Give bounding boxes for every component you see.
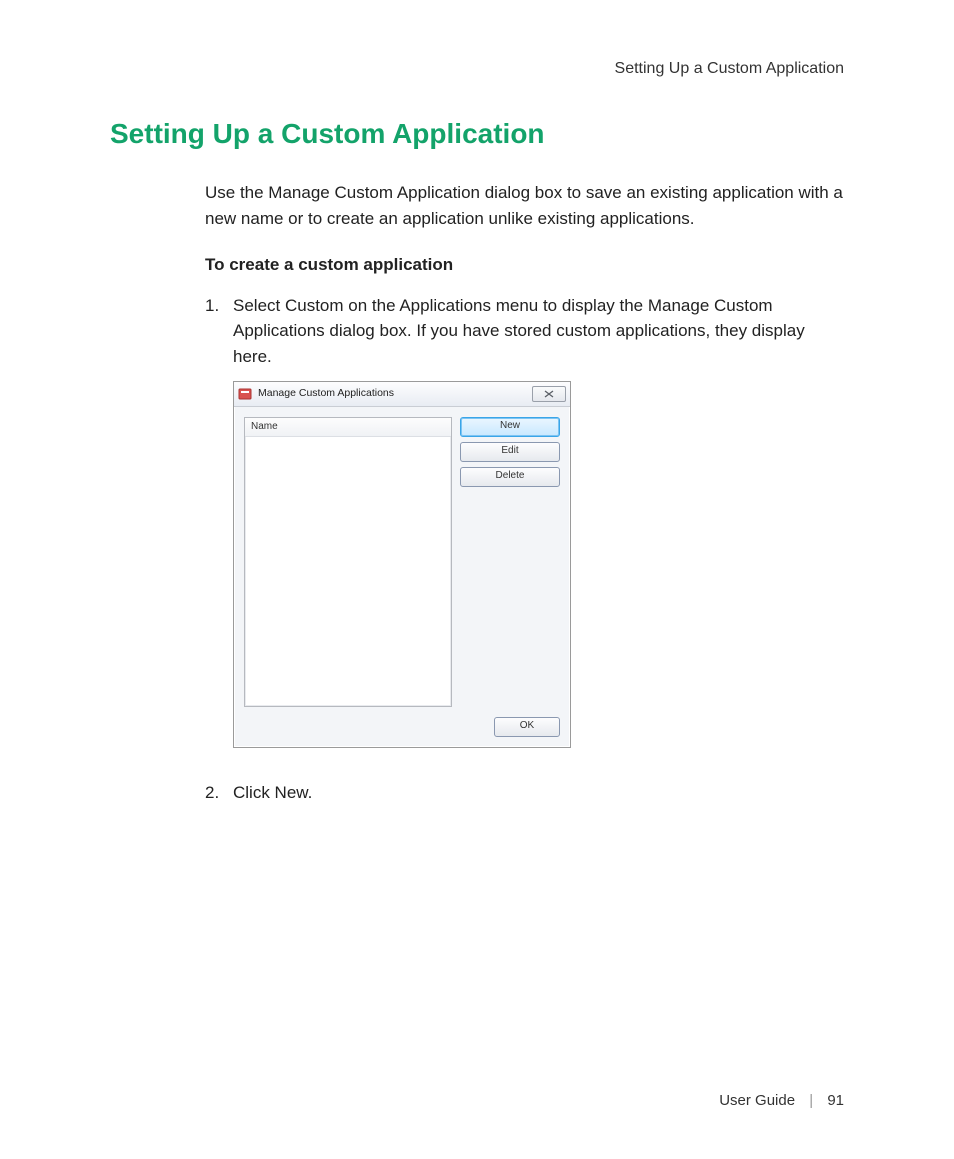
app-icon <box>238 387 252 401</box>
step-text: Click New. <box>233 780 844 806</box>
step-item: 1. Select Custom on the Applications men… <box>205 293 844 767</box>
dialog-footer: OK <box>234 717 570 747</box>
section-title: Setting Up a Custom Application <box>110 118 844 150</box>
footer-doc-title: User Guide <box>719 1092 795 1109</box>
dialog-title: Manage Custom Applications <box>258 386 532 402</box>
column-header-name: Name <box>245 418 451 437</box>
body-block: Use the Manage Custom Application dialog… <box>110 180 844 806</box>
running-head: Setting Up a Custom Application <box>110 60 844 78</box>
steps-list: 1. Select Custom on the Applications men… <box>205 293 844 806</box>
dialog-titlebar: Manage Custom Applications <box>234 382 570 407</box>
page-footer: User Guide | 91 <box>719 1092 844 1109</box>
ok-button[interactable]: OK <box>494 717 560 737</box>
intro-paragraph: Use the Manage Custom Application dialog… <box>205 180 844 233</box>
delete-button[interactable]: Delete <box>460 467 560 487</box>
subheading: To create a custom application <box>205 255 844 275</box>
step-number: 1. <box>205 293 233 767</box>
step-number: 2. <box>205 780 233 806</box>
edit-button[interactable]: Edit <box>460 442 560 462</box>
footer-separator: | <box>809 1092 813 1109</box>
close-icon[interactable] <box>532 386 566 402</box>
applications-listbox[interactable]: Name <box>244 417 452 707</box>
manage-custom-apps-dialog: Manage Custom Applications Name <box>233 381 571 748</box>
side-buttons: New Edit Delete <box>460 417 560 707</box>
step-text-content: Select Custom on the Applications menu t… <box>233 296 805 366</box>
new-button[interactable]: New <box>460 417 560 437</box>
document-page: Setting Up a Custom Application Setting … <box>0 0 954 1159</box>
footer-page-number: 91 <box>827 1092 844 1109</box>
step-text: Select Custom on the Applications menu t… <box>233 293 844 767</box>
dialog-body: Name New Edit Delete <box>234 407 570 717</box>
step-item: 2. Click New. <box>205 780 844 806</box>
